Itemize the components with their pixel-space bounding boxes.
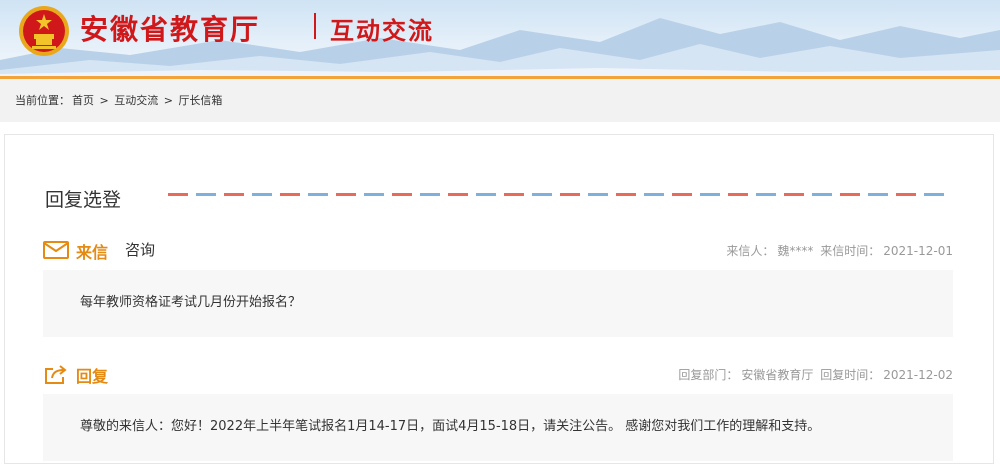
national-emblem-icon: [19, 6, 69, 56]
letter-topic: 咨询: [125, 241, 156, 259]
reply-body: 尊敬的来信人：您好！2022年上半年笔试报名1月14-17日，面试4月15-18…: [43, 394, 953, 461]
reply-meta: 回复部门： 安徽省教育厅 回复时间： 2021-12-02: [675, 366, 953, 383]
sender-label: 来信人：: [726, 244, 775, 258]
letter-header: 来信 咨询 来信人： 魏**** 来信时间： 2021-12-01: [43, 238, 953, 262]
reply-header: 回复 回复部门： 安徽省教育厅 回复时间： 2021-12-02: [43, 362, 953, 386]
sender-name: 魏****: [777, 244, 814, 258]
breadcrumb-prefix: 当前位置：: [15, 94, 70, 107]
page-heading: 回复选登: [45, 189, 122, 211]
section-title[interactable]: 互动交流: [330, 11, 434, 46]
reply-dept-label: 回复部门：: [678, 368, 739, 382]
letter-body: 每年教师资格证考试几月份开始报名？: [43, 270, 953, 337]
reply-content: 尊敬的来信人：您好！2022年上半年笔试报名1月14-17日，面试4月15-18…: [80, 419, 821, 434]
reply-dept: 安徽省教育厅: [741, 368, 814, 382]
site-header-banner: 安徽省教育厅 互动交流: [0, 0, 1000, 76]
letter-time-label: 来信时间：: [820, 244, 881, 258]
letter-meta: 来信人： 魏**** 来信时间： 2021-12-01: [723, 242, 953, 259]
breadcrumb-separator: >: [163, 94, 173, 107]
letter-label: 来信: [76, 243, 109, 262]
reply-share-icon: [45, 365, 67, 384]
site-title[interactable]: 安徽省教育厅: [80, 8, 260, 48]
envelope-icon: [43, 241, 69, 259]
breadcrumb: 当前位置： 首页 > 互动交流 > 厅长信箱: [15, 92, 224, 108]
letter-content: 每年教师资格证考试几月份开始报名？: [80, 295, 302, 310]
letter-time: 2021-12-01: [883, 244, 953, 258]
reply-time-label: 回复时间：: [820, 368, 881, 382]
breadcrumb-item-home[interactable]: 首页: [72, 94, 94, 107]
breadcrumb-bar: 当前位置： 首页 > 互动交流 > 厅长信箱: [0, 79, 1000, 122]
breadcrumb-item-interaction[interactable]: 互动交流: [114, 94, 158, 107]
reply-time: 2021-12-02: [883, 368, 953, 382]
breadcrumb-separator: >: [99, 94, 109, 107]
breadcrumb-item-mailbox[interactable]: 厅长信箱: [178, 94, 222, 107]
airmail-divider: [168, 193, 952, 196]
reply-label: 回复: [76, 367, 109, 386]
title-divider: [314, 13, 316, 39]
reply-panel: 回复选登 来信 咨询 来信人： 魏**** 来信时间： 2021-12-01 每年教…: [4, 134, 994, 464]
